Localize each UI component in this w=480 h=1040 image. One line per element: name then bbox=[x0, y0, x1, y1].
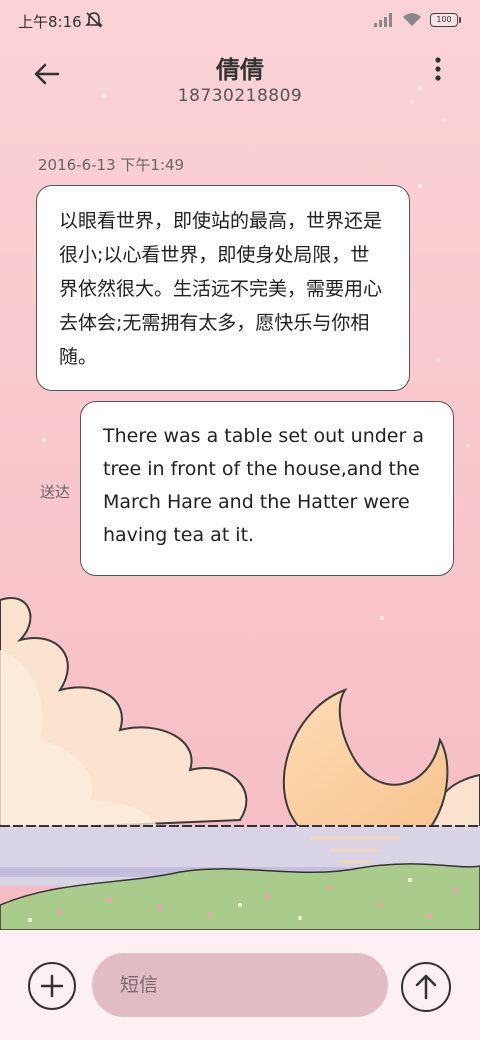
status-time: 上午8:16 bbox=[18, 13, 82, 31]
message-input[interactable] bbox=[92, 953, 388, 1017]
more-vertical-icon bbox=[435, 57, 441, 81]
send-arrow-up-icon bbox=[415, 974, 437, 1000]
status-bar: 上午8:16 100 bbox=[0, 0, 480, 40]
signal-icon bbox=[374, 13, 392, 27]
battery-icon: 100 bbox=[430, 13, 461, 27]
more-options-button[interactable] bbox=[430, 56, 446, 84]
outgoing-message-bubble[interactable]: There was a table set out under a tree i… bbox=[80, 401, 454, 576]
mute-icon bbox=[85, 12, 103, 28]
delivery-status: 送达 bbox=[40, 483, 71, 501]
message-timestamp: 2016-6-13 下午1:49 bbox=[38, 156, 185, 174]
composer-bar bbox=[0, 930, 480, 1040]
contact-name: 倩倩 bbox=[216, 56, 264, 84]
add-attachment-button[interactable] bbox=[28, 962, 76, 1010]
plus-icon bbox=[40, 974, 64, 998]
wifi-icon bbox=[403, 13, 421, 26]
contact-number: 18730218809 bbox=[177, 86, 303, 106]
send-button[interactable] bbox=[401, 962, 451, 1012]
conversation-header: 倩倩 18730218809 bbox=[0, 44, 480, 114]
incoming-message-bubble[interactable]: 以眼看世界，即使站的最高，世界还是很小;以心看世界，即使身处局限，世界依然很大。… bbox=[36, 185, 410, 391]
status-icons: 100 bbox=[374, 10, 461, 30]
